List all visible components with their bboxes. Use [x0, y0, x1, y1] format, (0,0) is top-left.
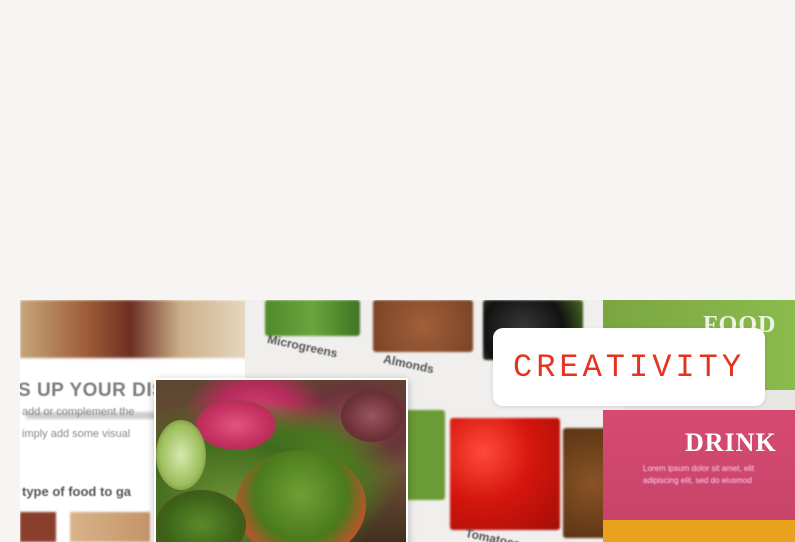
salad-bowl — [156, 490, 246, 542]
mockup-paragraph-line: add or complement the — [22, 406, 135, 418]
radish-bowl — [196, 400, 276, 450]
produce-bowls-photo — [154, 378, 408, 542]
mockup-heading: S UP YOUR DIS — [20, 380, 166, 401]
creativity-badge: CREATIVITY — [493, 328, 765, 406]
greens-tile — [405, 410, 445, 500]
drink-banner: DRINK Lorem ipsum dolor sit amet, elit a… — [603, 410, 795, 520]
tile-label: Microgreens — [266, 332, 339, 361]
microgreens-tile — [265, 300, 360, 336]
herb-bowl — [236, 450, 366, 542]
mockup-thumbnail — [20, 512, 56, 542]
mockup-subheading: type of food to ga — [22, 484, 132, 499]
mockup-thumbnail — [70, 512, 150, 542]
drink-title: DRINK — [685, 428, 777, 457]
almonds-tile — [373, 300, 473, 352]
badge-label: CREATIVITY — [512, 348, 746, 386]
yellow-banner — [603, 520, 795, 542]
food-photo-strip — [20, 300, 250, 358]
drink-text-line: Lorem ipsum dolor sit amet, elit — [643, 464, 755, 473]
cabbage-bowl — [156, 420, 206, 490]
tile-label: Almonds — [382, 352, 436, 377]
drink-text-line: adipiscing elit, sed do eiusmod — [643, 476, 752, 485]
tomatoes-tile — [450, 418, 560, 530]
mockup-paragraph-line: imply add some visual — [22, 428, 131, 440]
onion-bowl — [341, 390, 403, 442]
